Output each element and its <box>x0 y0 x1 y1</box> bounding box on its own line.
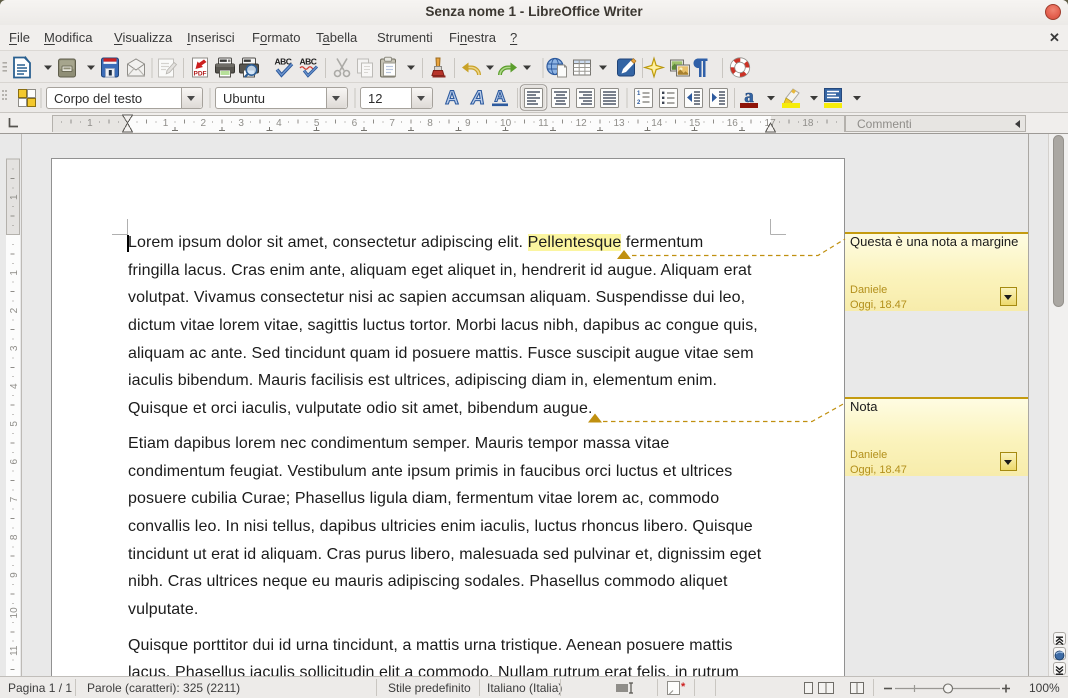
svg-text:ABC: ABC <box>300 57 317 67</box>
svg-text:*: * <box>681 681 686 693</box>
svg-text:3: 3 <box>238 118 244 129</box>
svg-text:13: 13 <box>613 118 625 129</box>
svg-text:11: 11 <box>538 118 549 129</box>
svg-text:1: 1 <box>87 118 93 129</box>
svg-text:A: A <box>445 88 459 109</box>
svg-text:PDF: PDF <box>194 71 207 78</box>
svg-text:8: 8 <box>427 118 433 129</box>
svg-text:2: 2 <box>201 118 207 129</box>
svg-text:A: A <box>470 88 485 109</box>
svg-text:7: 7 <box>389 118 395 129</box>
svg-text:14: 14 <box>651 118 663 129</box>
svg-text:A: A <box>494 89 505 106</box>
svg-text:6: 6 <box>352 118 358 129</box>
svg-text:18: 18 <box>802 118 814 129</box>
svg-text:16: 16 <box>727 118 739 129</box>
svg-text:9: 9 <box>465 118 471 129</box>
svg-text:12: 12 <box>576 118 588 129</box>
svg-text:4: 4 <box>276 118 282 129</box>
svg-text:1: 1 <box>163 118 169 129</box>
